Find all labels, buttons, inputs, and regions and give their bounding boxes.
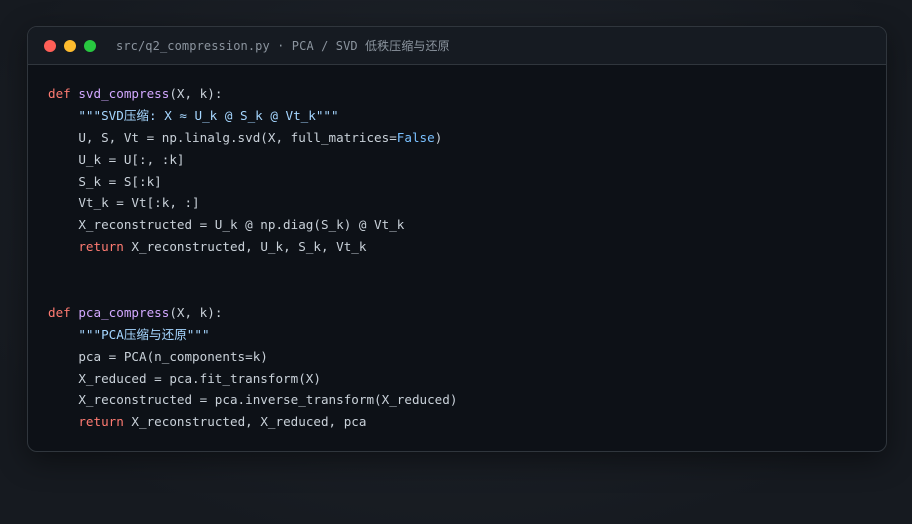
code-block[interactable]: def svd_compress(X, k): """SVD压缩: X ≈ U_… — [48, 83, 457, 433]
code-token-plain: ) — [434, 129, 443, 145]
code-token-fn: svd_compress — [78, 86, 170, 101]
background: src/q2_compression.py · PCA / SVD 低秩压缩与还… — [0, 0, 912, 524]
code-token-plain: U, S, Vt = np.linalg.svd(X, full_matrice… — [48, 129, 397, 145]
code-line: return X_reconstructed, X_reduced, pca — [48, 411, 457, 433]
code-token-str: """PCA压缩与还原""" — [78, 326, 210, 342]
code-token-plain: (X, k): — [169, 304, 223, 320]
code-line: """PCA压缩与还原""" — [48, 324, 457, 346]
code-token-bool: False — [396, 129, 435, 145]
code-line: def pca_compress(X, k): — [48, 302, 457, 324]
code-token-plain: U_k = U[:, :k] — [48, 151, 185, 167]
code-token-kw: def — [48, 304, 71, 320]
code-line: X_reconstructed = pca.inverse_transform(… — [48, 389, 457, 411]
code-token-plain: (X, k): — [169, 86, 223, 101]
code-token-plain: Vt_k = Vt[:k, :] — [48, 195, 200, 211]
code-token-plain: X_reconstructed, U_k, S_k, Vt_k — [123, 239, 367, 255]
code-token-plain: S_k = S[:k] — [48, 173, 162, 189]
code-token-str: """SVD压缩: X ≈ U_k @ S_k @ Vt_k""" — [78, 107, 339, 123]
code-token-plain: X_reconstructed, X_reduced, pca — [123, 414, 367, 430]
maximize-button[interactable] — [84, 39, 96, 52]
code-line: pca = PCA(n_components=k) — [48, 346, 457, 368]
code-token-plain: pca = PCA(n_components=k) — [48, 348, 268, 364]
code-line: X_reduced = pca.fit_transform(X) — [48, 368, 457, 390]
code-line: U, S, Vt = np.linalg.svd(X, full_matrice… — [48, 127, 457, 149]
code-token-plain: X_reconstructed = U_k @ np.diag(S_k) @ V… — [48, 217, 405, 233]
code-token-kw: return — [78, 414, 124, 430]
code-line: U_k = U[:, :k] — [48, 149, 457, 171]
code-token-fn: pca_compress — [78, 304, 170, 320]
code-token-plain: X_reconstructed = pca.inverse_transform(… — [48, 392, 458, 408]
code-line: return X_reconstructed, U_k, S_k, Vt_k — [48, 236, 457, 258]
code-token-plain: X_reduced = pca.fit_transform(X) — [48, 370, 321, 386]
code-window: src/q2_compression.py · PCA / SVD 低秩压缩与还… — [27, 26, 887, 452]
title-bar: src/q2_compression.py · PCA / SVD 低秩压缩与还… — [28, 27, 886, 65]
close-button[interactable] — [44, 39, 56, 52]
code-line: X_reconstructed = U_k @ np.diag(S_k) @ V… — [48, 214, 457, 236]
code-line: """SVD压缩: X ≈ U_k @ S_k @ Vt_k""" — [48, 105, 457, 127]
code-line: S_k = S[:k] — [48, 171, 457, 193]
window-title: src/q2_compression.py · PCA / SVD 低秩压缩与还… — [116, 39, 450, 53]
code-token-kw: def — [48, 86, 71, 101]
code-line: Vt_k = Vt[:k, :] — [48, 192, 457, 214]
code-line: def svd_compress(X, k): — [48, 83, 457, 105]
minimize-button[interactable] — [64, 39, 76, 52]
code-token-kw: return — [78, 239, 124, 255]
